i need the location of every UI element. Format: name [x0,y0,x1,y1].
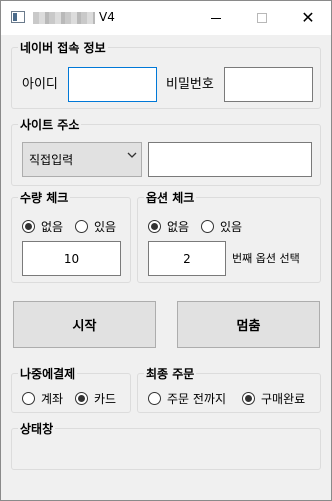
radio-unselected-indicator [22,392,35,405]
status-legend: 상태창 [18,420,56,437]
radio-selected-indicator [242,392,255,405]
option-yes-radio[interactable]: 있음 [201,218,242,235]
id-label: 아이디 [22,77,58,92]
final-order-group: 최종 주문 주문 전까지 구매완료 [137,365,321,413]
quantity-input[interactable]: 10 [22,241,121,276]
order-until-radio[interactable]: 주문 전까지 [148,390,226,407]
id-input[interactable] [68,67,157,102]
payment-card-radio[interactable]: 카드 [75,390,116,407]
payment-account-label: 계좌 [41,392,64,406]
app-icon [11,11,25,23]
option-yes-label: 있음 [220,220,243,234]
stop-button[interactable]: 멈춤 [177,301,320,348]
order-complete-label: 구매완료 [261,392,306,406]
password-input[interactable] [224,67,313,102]
payment-later-group: 나중에결제 계좌 카드 [11,365,131,413]
radio-selected-indicator [22,220,35,233]
app-window: V4 ✕ 네이버 접속 정보 아이디 비밀번호 사이트 주소 직접입력 수량 체… [0,0,332,501]
start-button[interactable]: 시작 [13,301,156,348]
quantity-yes-label: 있음 [94,220,117,234]
title-bar[interactable]: V4 ✕ [1,1,331,35]
site-address-group: 사이트 주소 직접입력 [11,116,321,186]
option-suffix-label: 번째 옵션 선택 [232,252,300,265]
quantity-check-group: 수량 체크 없음 있음 10 [11,189,131,283]
quantity-yes-radio[interactable]: 있음 [75,218,116,235]
blurred-title-text [33,12,95,24]
order-until-label: 주문 전까지 [167,392,227,406]
password-label: 비밀번호 [166,77,214,92]
site-address-legend: 사이트 주소 [18,116,82,133]
main-form: 네이버 접속 정보 아이디 비밀번호 사이트 주소 직접입력 수량 체크 없음 [1,35,331,500]
radio-unselected-indicator [148,392,161,405]
quantity-none-radio[interactable]: 없음 [22,218,63,235]
order-complete-radio[interactable]: 구매완료 [242,390,305,407]
minimize-icon [211,17,221,19]
site-type-dropdown[interactable]: 직접입력 [22,142,142,177]
quantity-none-label: 없음 [41,220,64,234]
close-icon: ✕ [301,8,315,27]
site-type-selected: 직접입력 [29,153,74,167]
option-check-group: 옵션 체크 없음 있음 2 번째 옵션 선택 [137,189,321,283]
payment-later-legend: 나중에결제 [18,365,78,382]
maximize-button[interactable] [239,1,285,35]
maximize-icon [257,13,267,23]
radio-selected-indicator [148,220,161,233]
minimize-button[interactable] [193,1,239,35]
close-button[interactable]: ✕ [285,1,331,35]
payment-card-label: 카드 [94,392,117,406]
site-url-input[interactable] [148,142,312,177]
quantity-check-legend: 수량 체크 [18,189,71,206]
option-check-legend: 옵션 체크 [144,189,197,206]
option-none-label: 없음 [167,220,190,234]
naver-login-group: 네이버 접속 정보 아이디 비밀번호 [11,39,321,109]
radio-selected-indicator [75,392,88,405]
option-none-radio[interactable]: 없음 [148,218,189,235]
chevron-down-icon [127,152,137,158]
radio-unselected-indicator [75,220,88,233]
status-group: 상태창 [11,420,321,470]
final-order-legend: 최종 주문 [144,365,197,382]
payment-account-radio[interactable]: 계좌 [22,390,63,407]
window-title: V4 [99,10,115,24]
option-index-input[interactable]: 2 [148,241,226,276]
radio-unselected-indicator [201,220,214,233]
naver-login-legend: 네이버 접속 정보 [18,39,108,56]
